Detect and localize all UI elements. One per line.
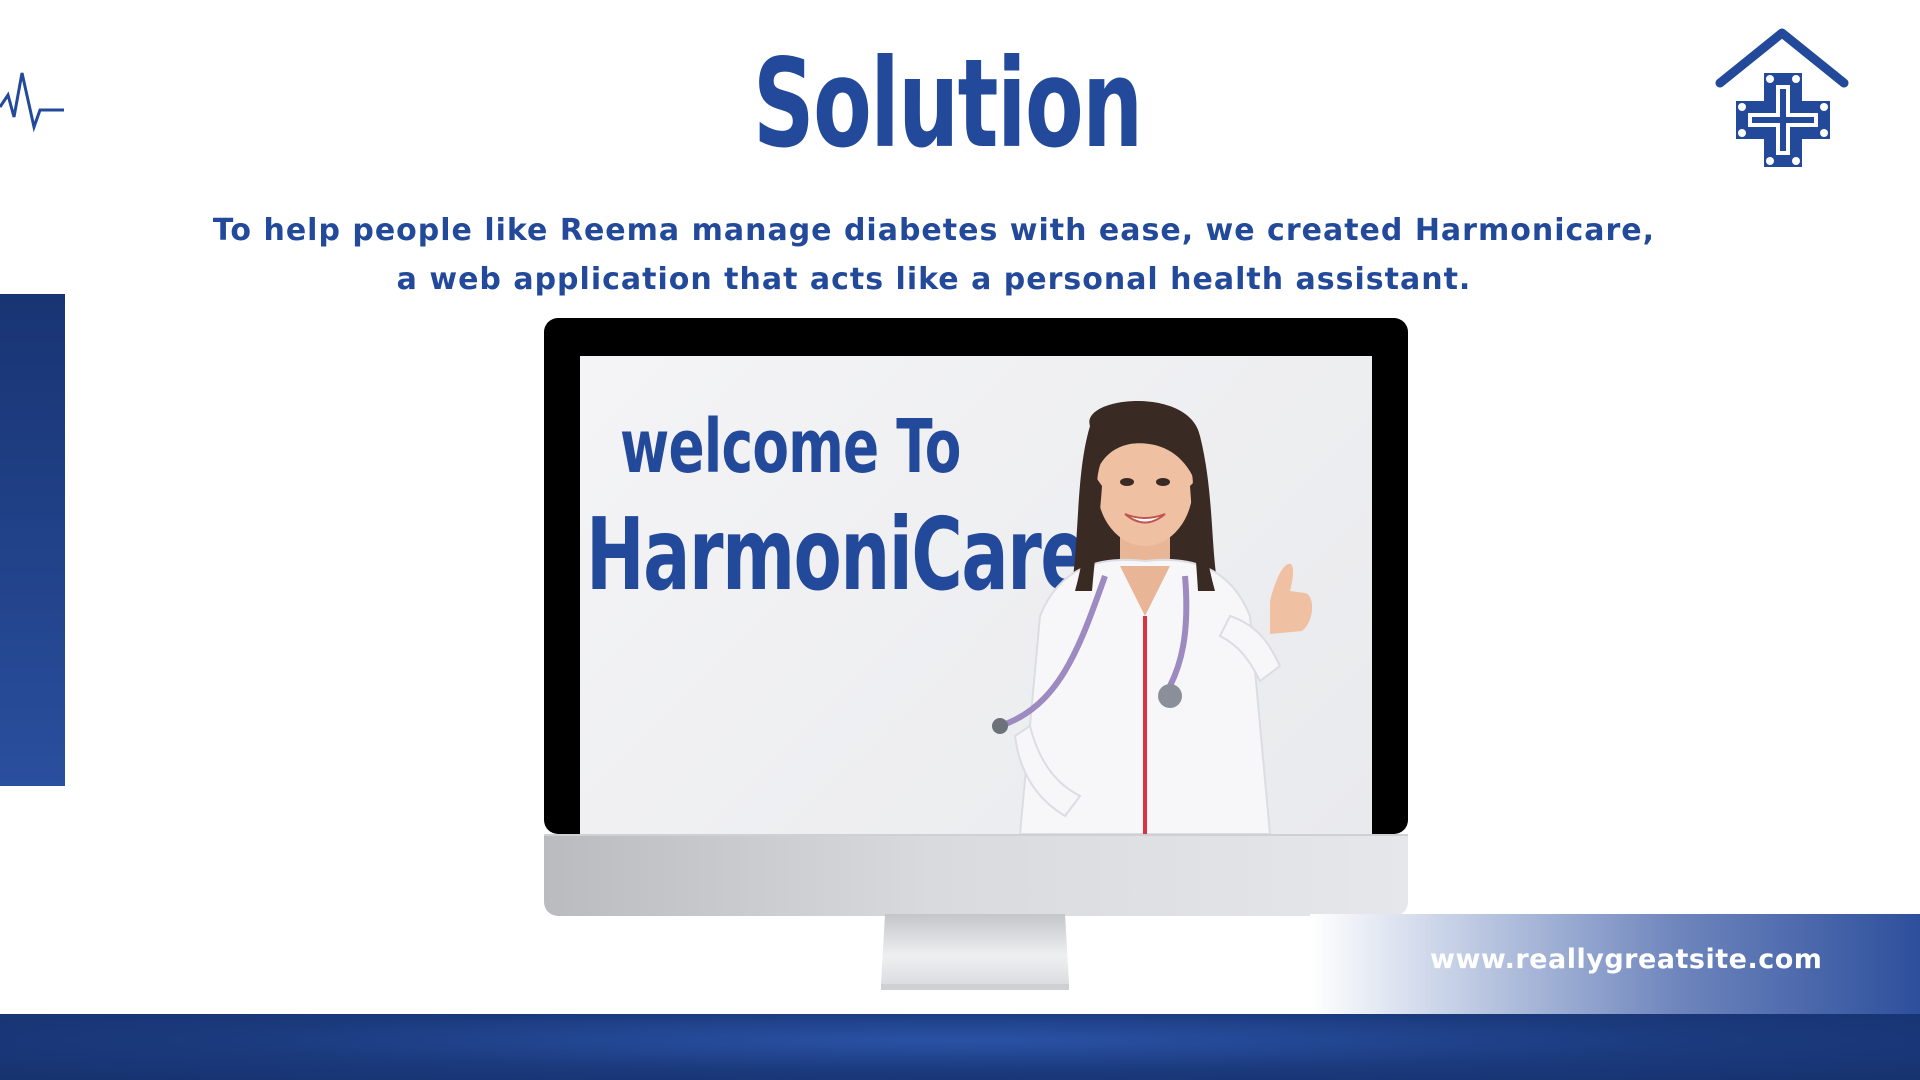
- url-ribbon: www.reallygreatsite.com: [1310, 914, 1920, 1014]
- slide-title: Solution: [753, 33, 1143, 175]
- monitor-mockup: welcome To HarmoniCare: [544, 318, 1408, 916]
- left-accent-bar: [0, 294, 65, 786]
- monitor-chin: [544, 834, 1408, 916]
- website-url[interactable]: www.reallygreatsite.com: [1430, 944, 1822, 975]
- bottom-bar: [0, 1014, 1920, 1080]
- slide-subtitle: To help people like Reema manage diabete…: [160, 206, 1708, 304]
- monitor-stand: [881, 914, 1069, 990]
- slide: Solution To help people like Reema manag…: [0, 0, 1920, 1080]
- monitor-screen: welcome To HarmoniCare: [580, 356, 1372, 834]
- doctor-photo: [992, 401, 1313, 834]
- subtitle-line-2: a web application that acts like a perso…: [396, 262, 1472, 297]
- welcome-heading: welcome To: [620, 404, 961, 490]
- subtitle-line-1: To help people like Reema manage diabete…: [212, 213, 1656, 248]
- medical-home-logo-icon: [1715, 28, 1849, 167]
- heartbeat-icon: [0, 72, 64, 133]
